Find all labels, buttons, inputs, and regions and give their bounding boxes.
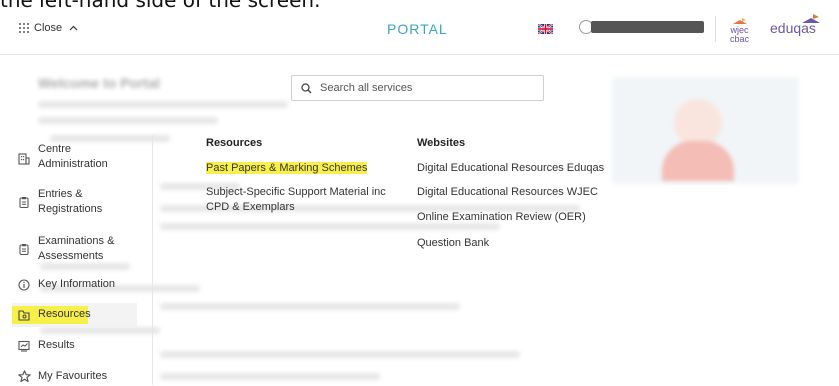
wjec-cbac-logo[interactable]: wjec cbac xyxy=(730,18,749,44)
websites-heading: Websites xyxy=(417,137,466,149)
sidebar-item-my-favourites[interactable]: My Favourites xyxy=(0,368,152,386)
background-title: Welcome to Portal xyxy=(38,75,160,91)
link-past-papers[interactable]: Past Papers & Marking Schemes xyxy=(206,161,368,176)
link-der-wjec[interactable]: Digital Educational Resources WJEC xyxy=(417,185,598,200)
header-divider xyxy=(715,16,716,42)
sidebar-item-examinations-assessments[interactable]: Examinations & Assessments xyxy=(0,232,152,266)
search-box[interactable] xyxy=(291,75,544,101)
sidebar-label: Centre xyxy=(38,143,72,155)
uk-flag-icon[interactable] xyxy=(538,24,553,34)
grid-icon xyxy=(19,23,29,33)
sidebar-label: My Favourites xyxy=(38,370,108,382)
sidebar-label: Assessments xyxy=(38,250,104,262)
sidebar-nav: Centre Administration Entries & Registra… xyxy=(0,135,153,385)
star-icon xyxy=(18,370,31,383)
link-question-bank[interactable]: Question Bank xyxy=(417,236,489,251)
resources-heading: Resources xyxy=(206,137,263,149)
link-der-eduqas[interactable]: Digital Educational Resources Eduqas xyxy=(417,161,604,176)
link-label: Past Papers & Marking Schemes xyxy=(206,162,368,174)
sidebar-item-centre-administration[interactable]: Centre Administration xyxy=(0,140,152,174)
sidebar-item-entries-registrations[interactable]: Entries & Registrations xyxy=(0,185,152,219)
search-input[interactable] xyxy=(320,82,520,94)
caption-text: the left-hand side of the screen. xyxy=(0,0,320,8)
close-menu-button[interactable]: Close xyxy=(18,22,78,34)
portal-title: PORTAL xyxy=(387,21,448,37)
chart-icon xyxy=(18,340,30,352)
user-name-redacted[interactable] xyxy=(591,21,704,33)
sidebar-label: Administration xyxy=(38,158,108,170)
building-icon xyxy=(18,153,30,165)
link-oer[interactable]: Online Examination Review (OER) xyxy=(417,210,586,225)
sidebar-label: Resources xyxy=(38,308,91,320)
top-bar: Close PORTAL wjec cbac eduqas xyxy=(0,8,839,55)
clipboard-icon xyxy=(19,244,29,255)
sidebar-label: Results xyxy=(38,339,75,351)
logo-hat-icon xyxy=(801,14,820,23)
chevron-up-icon xyxy=(69,25,78,31)
folder-search-icon xyxy=(18,310,30,321)
sidebar-item-resources[interactable]: Resources xyxy=(12,303,137,327)
link-subject-support[interactable]: Subject-Specific Support Material inc xyxy=(206,185,386,200)
sidebar-label: Registrations xyxy=(38,203,103,215)
info-icon xyxy=(18,279,30,291)
sidebar-item-key-information[interactable]: Key Information xyxy=(0,276,152,294)
close-label: Close xyxy=(34,22,63,34)
sidebar-label: Entries & xyxy=(38,188,83,200)
logo-hat-icon xyxy=(732,18,747,24)
search-icon xyxy=(301,82,312,93)
sidebar-item-results[interactable]: Results xyxy=(0,337,152,355)
sidebar-label: Examinations & xyxy=(38,235,115,247)
eduqas-logo[interactable]: eduqas xyxy=(770,14,820,36)
sidebar-label: Key Information xyxy=(38,278,116,290)
link-cpd-exemplars[interactable]: CPD & Exemplars xyxy=(206,200,295,215)
logo-cbac-text: cbac xyxy=(730,34,750,44)
clipboard-icon xyxy=(19,197,29,208)
